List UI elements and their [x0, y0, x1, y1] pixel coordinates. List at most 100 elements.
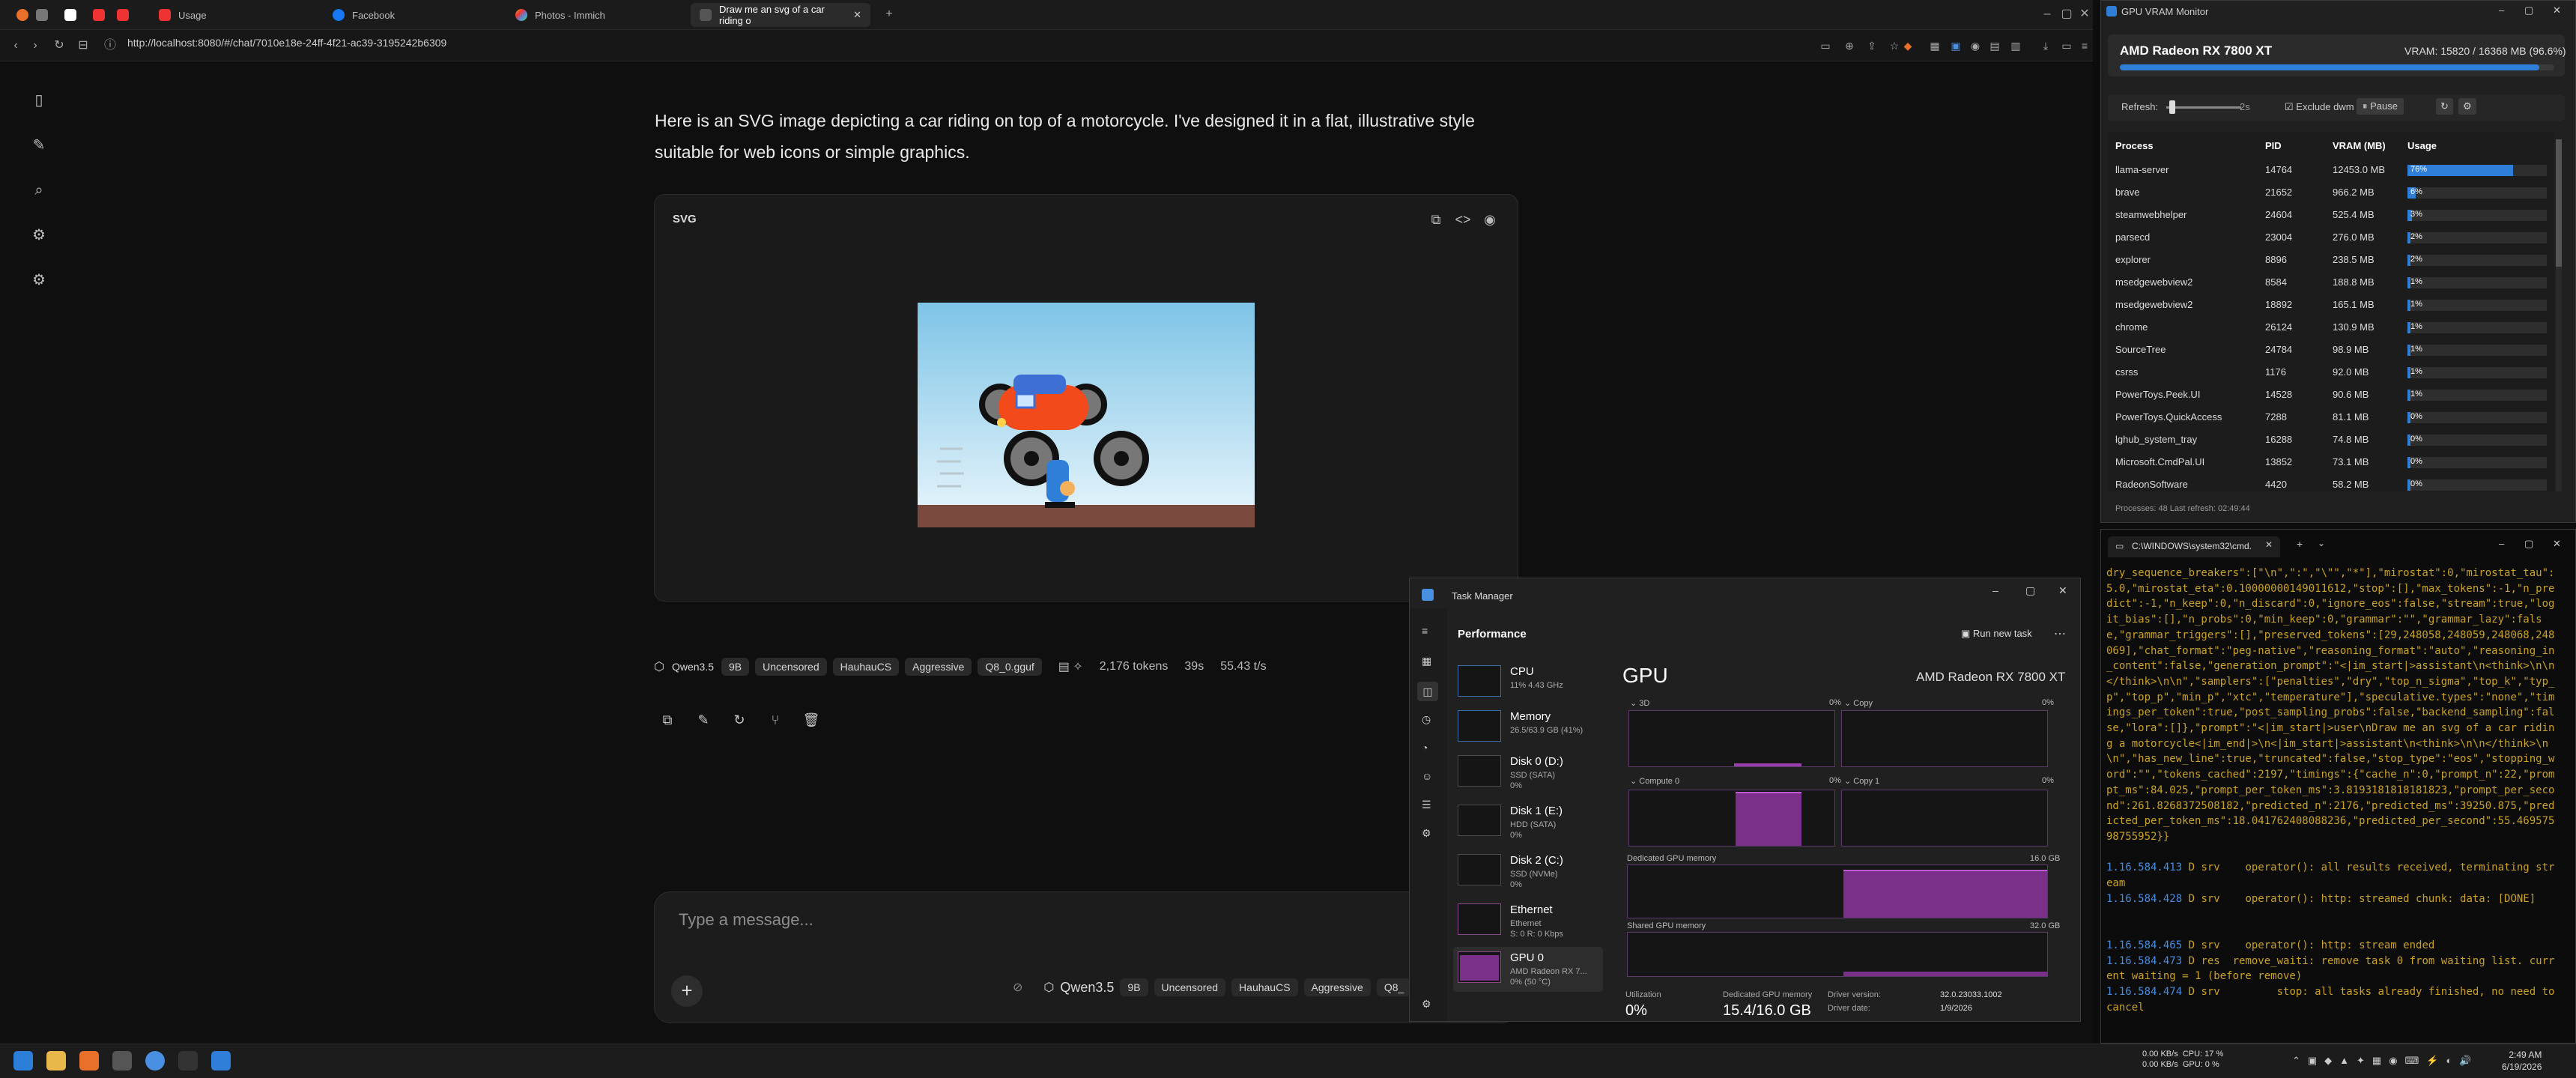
extension-icon[interactable]: ◉: [1967, 37, 1983, 54]
toggle-sidebar-icon[interactable]: ▯: [30, 91, 48, 109]
task-manager-icon[interactable]: [211, 1051, 231, 1071]
scrollbar-thumb[interactable]: [2556, 139, 2562, 267]
mic-off-icon[interactable]: ⊘: [1013, 980, 1022, 995]
process-row[interactable]: msedgewebview2 8584 188.8 MB 1%: [2108, 271, 2554, 294]
perf-item-gpu0[interactable]: GPU 0 AMD Radeon RX 7... 0% (50 °C): [1453, 947, 1603, 992]
settings-icon[interactable]: ⚙: [2458, 98, 2476, 115]
perf-item-memory[interactable]: Memory 26.5/63.9 GB (41%): [1453, 706, 1603, 751]
close-tab-icon[interactable]: ✕: [853, 9, 861, 21]
refresh-slider-thumb[interactable]: [2169, 100, 2175, 114]
process-row[interactable]: parsecd 23004 276.0 MB 2%: [2108, 226, 2554, 249]
reading-icon[interactable]: ▤ ✧: [1058, 659, 1083, 674]
tray-icons[interactable]: ⌃▣◆▲✦▦◉⌨⚡◐🔊: [2292, 1055, 2479, 1067]
maximize-icon[interactable]: ▢: [2524, 538, 2533, 550]
clock[interactable]: 2:49 AM 6/19/2026: [2502, 1049, 2542, 1073]
column-header[interactable]: VRAM (MB): [2333, 140, 2386, 151]
minimize-icon[interactable]: –: [1992, 584, 1998, 596]
startup-apps-icon[interactable]: ◔: [1422, 742, 1428, 754]
tab-chat-active[interactable]: Draw me an svg of a car riding o ✕: [691, 3, 870, 27]
process-row[interactable]: RadeonSoftware 4420 58.2 MB 0%: [2108, 473, 2554, 496]
bookmark-icon[interactable]: ⊟: [75, 37, 91, 54]
services-icon[interactable]: ⚙: [1422, 827, 1431, 840]
users-icon[interactable]: ☺: [1422, 770, 1432, 782]
minimize-icon[interactable]: –: [2039, 6, 2055, 22]
site-info-icon[interactable]: ⓘ: [102, 37, 118, 54]
close-tab-icon[interactable]: ✕: [2265, 539, 2273, 550]
hamburger-icon[interactable]: ≡: [1422, 625, 1428, 637]
process-row[interactable]: Microsoft.CmdPal.UI 13852 73.1 MB 0%: [2108, 451, 2554, 473]
process-row[interactable]: PowerToys.Peek.UI 14528 90.6 MB 1%: [2108, 384, 2554, 406]
column-header[interactable]: Usage: [2407, 140, 2437, 151]
settings-icon[interactable]: ⚙: [1422, 998, 1431, 1011]
chrome-icon[interactable]: [145, 1051, 165, 1071]
terminal-output[interactable]: dry_sequence_breakers":["\n",":","\"","*…: [2106, 566, 2560, 1015]
branch-icon[interactable]: ⑂: [766, 710, 785, 730]
processes-icon[interactable]: ▦: [1422, 655, 1431, 667]
reload-icon[interactable]: ↻: [51, 37, 67, 54]
process-row[interactable]: msedgewebview2 18892 165.1 MB 1%: [2108, 294, 2554, 316]
reader-mode-icon[interactable]: ▭: [1817, 37, 1834, 54]
new-chat-icon[interactable]: ✎: [30, 136, 48, 154]
new-tab-icon[interactable]: +: [881, 6, 897, 22]
perf-item-ethernet[interactable]: Ethernet Ethernet S: 0 R: 0 Kbps: [1453, 899, 1603, 944]
tab-usage[interactable]: Usage: [150, 3, 322, 27]
brave-shields-icon[interactable]: ◆: [1900, 37, 1916, 54]
exclude-dwm-checkbox[interactable]: ☑ Exclude dwm: [2285, 101, 2354, 113]
maximize-icon[interactable]: ▢: [2524, 4, 2533, 16]
start-icon[interactable]: [13, 1051, 33, 1071]
maximize-icon[interactable]: ▢: [2058, 6, 2075, 22]
file-explorer-icon[interactable]: [46, 1051, 66, 1071]
process-row[interactable]: llama-server 14764 12453.0 MB 76%: [2108, 159, 2554, 181]
eye-icon[interactable]: ◉: [1480, 210, 1500, 229]
close-icon[interactable]: ✕: [2553, 4, 2561, 16]
new-tab-icon[interactable]: +: [2297, 538, 2303, 550]
extension-icon[interactable]: ▣: [1948, 37, 1964, 54]
performance-icon[interactable]: ◫: [1417, 682, 1438, 701]
attach-button[interactable]: +: [671, 975, 703, 1007]
wallet-icon[interactable]: ▭: [2058, 37, 2075, 54]
pinned-tab-icon[interactable]: [64, 9, 76, 21]
process-row[interactable]: chrome 26124 130.9 MB 1%: [2108, 316, 2554, 339]
chevron-down-icon[interactable]: ⌄: [2318, 538, 2325, 548]
terminal-icon[interactable]: [112, 1051, 132, 1071]
column-header[interactable]: Process: [2115, 140, 2154, 151]
pinned-tab-icon[interactable]: [93, 9, 105, 21]
copy-icon[interactable]: ⧉: [1426, 210, 1446, 229]
refresh-slider[interactable]: [2166, 106, 2241, 109]
extension-icon[interactable]: ▥: [2007, 37, 2024, 54]
run-new-task-button[interactable]: ▣ Run new task: [1961, 628, 2032, 640]
minimize-icon[interactable]: –: [2499, 538, 2504, 549]
zoom-icon[interactable]: ⊕: [1841, 37, 1858, 54]
message-input[interactable]: Type a message...: [679, 910, 813, 930]
extension-icon[interactable]: ▤: [1986, 37, 2003, 54]
extension-icon[interactable]: ▦: [1927, 37, 1943, 54]
app-icon[interactable]: [178, 1051, 198, 1071]
pinned-tab-icon[interactable]: [36, 9, 48, 21]
delete-icon[interactable]: 🗑: [801, 710, 821, 730]
close-icon[interactable]: ✕: [2058, 584, 2067, 597]
back-icon[interactable]: ‹: [7, 37, 24, 54]
menu-icon[interactable]: ≡: [2076, 37, 2093, 54]
tab-immich[interactable]: Photos - Immich: [506, 3, 679, 27]
perf-item-disk2[interactable]: Disk 2 (C:) SSD (NVMe) 0%: [1453, 850, 1603, 894]
settings-icon[interactable]: ⚙: [30, 271, 48, 289]
share-icon[interactable]: ⇪: [1864, 37, 1880, 54]
search-icon[interactable]: ⌕: [30, 181, 48, 199]
close-window-icon[interactable]: ✕: [2076, 6, 2093, 22]
perf-item-cpu[interactable]: CPU 11% 4.43 GHz: [1453, 661, 1603, 706]
perf-item-disk0[interactable]: Disk 0 (D:) SSD (SATA) 0%: [1453, 751, 1603, 796]
url-field[interactable]: http://localhost:8080/#/chat/7010e18e-24…: [127, 37, 446, 49]
edit-icon[interactable]: ✎: [694, 710, 713, 730]
pause-button[interactable]: ⏸ Pause: [2357, 98, 2404, 115]
composer-model-selector[interactable]: ⊘ ⬡ Qwen3.5 9B Uncensored HauhauCS Aggre…: [1013, 978, 1412, 996]
process-row[interactable]: steamwebhelper 24604 525.4 MB 3%: [2108, 204, 2554, 226]
process-row[interactable]: brave 21652 966.2 MB 6%: [2108, 181, 2554, 204]
process-row[interactable]: csrss 1176 92.0 MB 1%: [2108, 361, 2554, 384]
details-icon[interactable]: ☰: [1422, 799, 1431, 811]
brave-logo-icon[interactable]: [16, 9, 28, 21]
tab-facebook[interactable]: Facebook: [324, 3, 496, 27]
process-row[interactable]: lghub_system_tray 16288 74.8 MB 0%: [2108, 429, 2554, 451]
brave-icon[interactable]: [79, 1051, 99, 1071]
refresh-icon[interactable]: ↻: [2436, 98, 2453, 115]
copy-icon[interactable]: ⧉: [658, 710, 677, 730]
